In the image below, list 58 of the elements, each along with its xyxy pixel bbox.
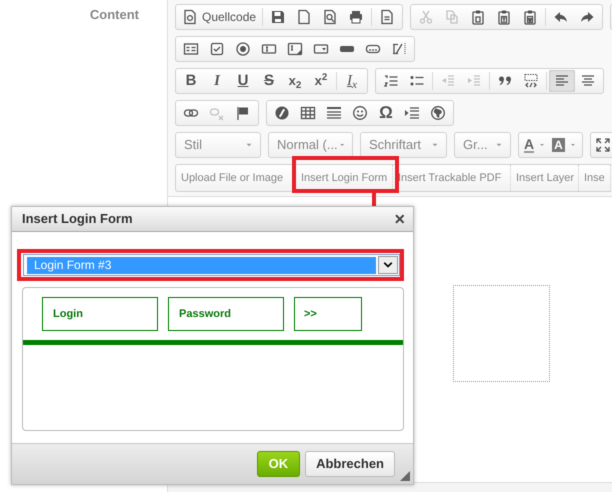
caret-icon	[538, 141, 546, 149]
field-label: Content	[90, 7, 139, 22]
superscript-button[interactable]: x$^{2}$	[308, 70, 334, 92]
table-icon	[300, 105, 316, 121]
text-area-icon	[287, 41, 303, 57]
undo-icon	[553, 9, 570, 25]
format-dropdown[interactable]: Stil	[175, 132, 261, 158]
flag-icon	[235, 105, 251, 121]
clipboard-text-icon	[496, 9, 512, 25]
plugin-button[interactable]: Insert Layer	[511, 165, 579, 191]
dialog-title: Insert Login Form	[22, 210, 132, 228]
text-color-button[interactable]: A	[521, 134, 550, 156]
clipboard-letter-icon	[522, 9, 538, 25]
submit-button[interactable]: >>	[294, 297, 362, 331]
radio-icon	[235, 41, 251, 57]
caret-icon	[568, 141, 577, 149]
special-character-button[interactable]: Ω	[373, 102, 399, 124]
form-select[interactable]: Login Form #3	[23, 254, 400, 276]
login-field[interactable]: Login	[42, 297, 158, 331]
horizontal-line-icon	[326, 105, 342, 121]
printer-icon	[348, 9, 364, 25]
magnifier-document-icon	[322, 9, 338, 25]
scissors-icon	[418, 9, 434, 25]
source-button[interactable]: Quellcode	[178, 6, 260, 28]
numbered-list-icon	[383, 73, 399, 89]
checkbox-icon	[209, 41, 225, 57]
copy-icon	[444, 9, 460, 25]
hidden-field-icon	[391, 41, 407, 57]
cancel-button[interactable]: Abbrechen	[305, 451, 395, 477]
subscript-button[interactable]: x$_{2}$	[282, 70, 308, 92]
redo-icon	[579, 9, 596, 25]
smiley-icon	[352, 105, 368, 121]
document-lines-icon	[379, 9, 396, 25]
remove-format-button[interactable]: I$_{x}$	[339, 70, 365, 92]
format-dropdown[interactable]: Schriftart	[360, 132, 447, 158]
format-dropdown[interactable]: Normal (...	[268, 132, 353, 158]
document-code-icon	[182, 9, 198, 25]
document-icon	[296, 9, 312, 25]
underline-button[interactable]: U	[230, 70, 256, 92]
plugin-button[interactable]: Inse	[579, 165, 611, 191]
clipboard-icon	[470, 9, 486, 25]
circle-slash-icon	[274, 105, 290, 121]
strikethrough-button[interactable]: S	[256, 70, 282, 92]
close-button[interactable]: ×	[394, 210, 405, 228]
bold-button[interactable]: B	[178, 70, 204, 92]
password-field[interactable]: Password	[168, 297, 284, 331]
div-container-icon	[523, 73, 539, 89]
maximize-icon	[594, 137, 611, 153]
form-icon	[183, 41, 199, 57]
plugin-button[interactable]: Insert Login Form	[296, 165, 393, 191]
italic-button[interactable]: I	[204, 70, 230, 92]
plugin-button[interactable]: Insert Trackable PDF	[393, 165, 511, 191]
background-color-button[interactable]: A	[549, 134, 580, 156]
plugin-button[interactable]: Upload File or Image	[176, 165, 296, 191]
align-left-button[interactable]	[549, 70, 575, 92]
globe-icon	[430, 105, 446, 121]
page-break-icon	[404, 105, 420, 121]
format-dropdown[interactable]: Gr...	[454, 132, 511, 158]
